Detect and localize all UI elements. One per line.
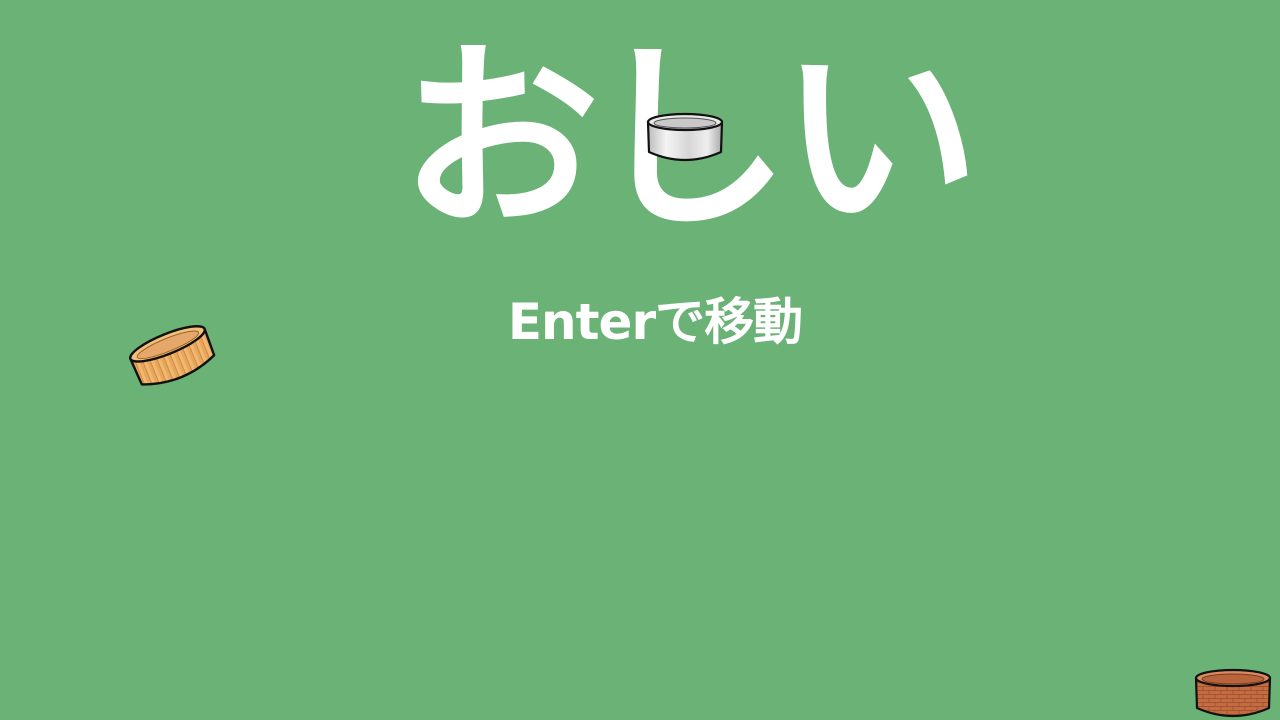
wooden-tub-icon [129,325,216,386]
metal-tub-icon [646,112,724,162]
enter-prompt: Enterで移動 [507,293,803,351]
game-screen[interactable]: おしい Enterで移動 [0,0,1280,720]
brick-tub-icon [1194,668,1272,718]
